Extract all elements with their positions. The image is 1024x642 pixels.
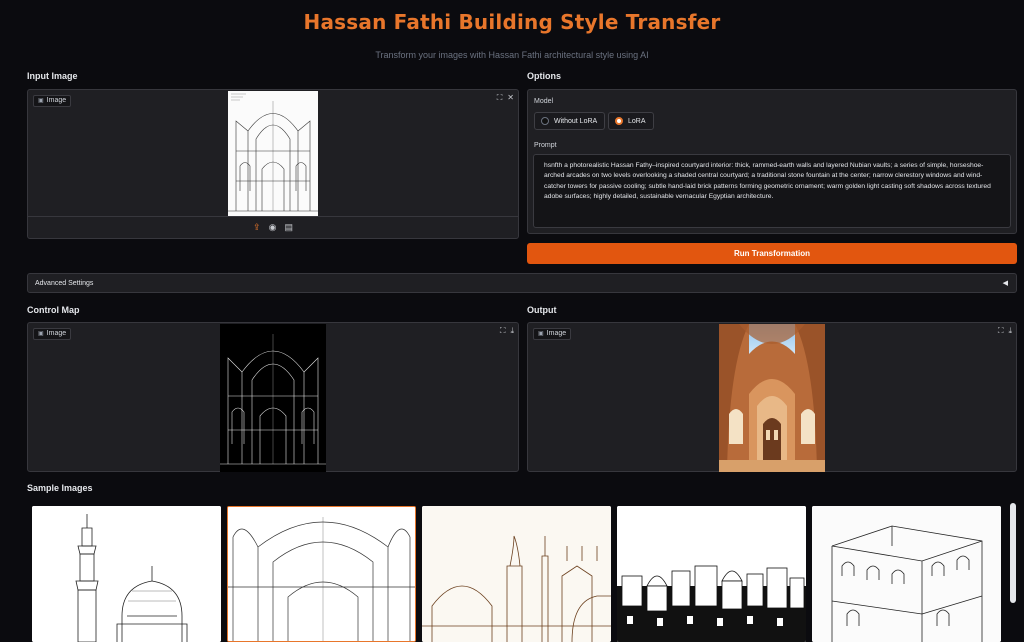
download-icon[interactable]: ⤓ (510, 326, 514, 336)
radio-dot (541, 117, 549, 125)
fullscreen-icon[interactable]: ⛶ (497, 93, 503, 103)
input-image-toolbar: ⇪ ◉ ▤ (28, 216, 518, 238)
image-icon: ▣ (38, 331, 44, 337)
output-image (719, 324, 825, 472)
sample-images-label: Sample Images (27, 483, 93, 493)
prompt-label: Prompt (534, 142, 557, 149)
control-map-badge: ▣ Image (33, 328, 72, 340)
radio-without-lora[interactable]: Without LoRA (534, 112, 606, 130)
upload-icon[interactable]: ⇪ (253, 222, 261, 233)
fullscreen-icon[interactable]: ⛶ (500, 326, 506, 336)
output-panel: ▣ Image ⛶ ⤓ (527, 322, 1017, 472)
image-icon: ▣ (538, 331, 544, 337)
output-label: Output (527, 305, 557, 315)
download-icon[interactable]: ⤓ (1008, 326, 1012, 336)
options-panel: Model Without LoRA LoRA Prompt hsnfth a … (527, 89, 1017, 234)
control-map-image (220, 324, 326, 472)
page-subtitle: Transform your images with Hassan Fathi … (375, 50, 649, 60)
output-badge: ▣ Image (533, 328, 572, 340)
advanced-settings-label: Advanced Settings (35, 279, 94, 287)
image-icon: ▣ (38, 98, 44, 104)
sample-image-2[interactable] (227, 506, 416, 642)
clipboard-icon[interactable]: ▤ (284, 222, 293, 233)
model-label: Model (534, 98, 554, 105)
advanced-settings-accordion[interactable]: Advanced Settings ◀ (27, 273, 1017, 293)
control-map-label: Control Map (27, 305, 80, 315)
sample-image-4[interactable] (617, 506, 806, 642)
webcam-icon[interactable]: ◉ (269, 222, 277, 233)
prompt-textarea[interactable]: hsnfth a photorealistic Hassan Fathy–ins… (533, 154, 1011, 228)
radio-dot-selected (615, 117, 623, 125)
run-transformation-button[interactable]: Run Transformation (527, 243, 1017, 264)
sample-image-3[interactable] (422, 506, 611, 642)
input-image-preview (228, 91, 318, 217)
triangle-left-icon: ◀ (1002, 280, 1008, 287)
page-title: Hassan Fathi Building Style Transfer (303, 10, 721, 34)
options-label: Options (527, 71, 561, 81)
radio-lora[interactable]: LoRA (608, 112, 654, 130)
input-image-badge: ▣ Image (33, 95, 72, 107)
sample-image-1[interactable] (32, 506, 221, 642)
sample-image-5[interactable] (812, 506, 1001, 642)
input-image-label: Input Image (27, 71, 78, 81)
close-icon[interactable]: ✕ (507, 93, 514, 103)
fullscreen-icon[interactable]: ⛶ (998, 326, 1004, 336)
page-scrollbar[interactable] (1010, 503, 1016, 603)
input-image-panel[interactable]: ▣ Image ⛶ ✕ ⇪ ◉ ▤ (27, 89, 519, 239)
control-map-panel: ▣ Image ⛶ ⤓ (27, 322, 519, 472)
